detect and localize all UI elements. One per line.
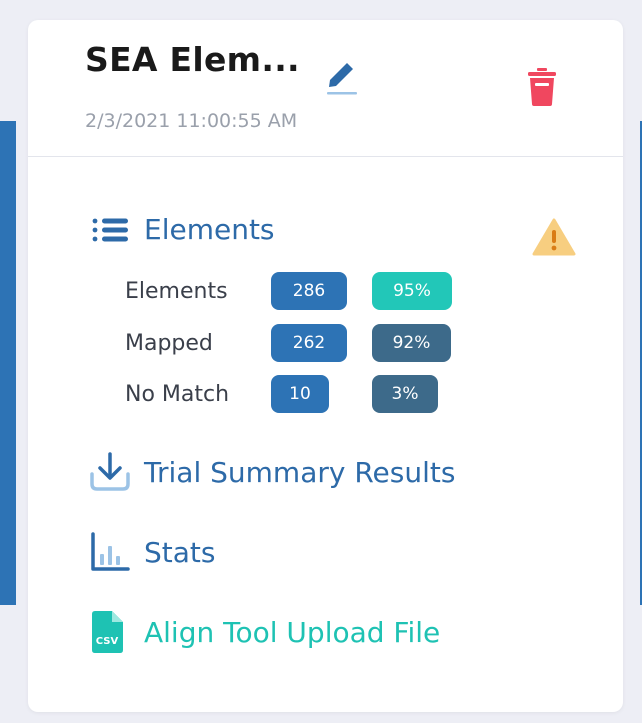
count-badge: 10 bbox=[271, 375, 329, 413]
align-upload-link[interactable]: CSV Align Tool Upload File bbox=[90, 610, 440, 654]
elements-section-label: Elements bbox=[144, 213, 275, 246]
background-panel-left bbox=[0, 121, 16, 605]
pencil-icon[interactable] bbox=[323, 54, 359, 96]
count-badge: 286 bbox=[271, 272, 347, 310]
timestamp: 2/3/2021 11:00:55 AM bbox=[85, 110, 298, 132]
metric-row-no-match: No Match bbox=[125, 375, 271, 413]
download-icon bbox=[88, 452, 132, 492]
file-card: SEA Elem... 2/3/2021 11:00:55 AM Element… bbox=[28, 20, 623, 712]
percent-badge: 92% bbox=[372, 324, 451, 362]
stats-label: Stats bbox=[144, 535, 216, 569]
elements-section-link[interactable]: Elements bbox=[90, 213, 275, 246]
count-badge: 262 bbox=[271, 324, 347, 362]
csv-file-icon: CSV bbox=[90, 610, 124, 654]
metric-label: No Match bbox=[125, 381, 230, 407]
warning-icon bbox=[532, 218, 576, 256]
card-title: SEA Elem... bbox=[85, 40, 300, 79]
csv-icon-text: CSV bbox=[96, 636, 119, 647]
percent-badge: 3% bbox=[372, 375, 438, 413]
metric-row-elements: Elements bbox=[125, 272, 271, 310]
metric-row-mapped: Mapped bbox=[125, 324, 271, 362]
percent-badge: 95% bbox=[372, 272, 452, 310]
bar-chart-icon bbox=[90, 532, 130, 572]
align-upload-label: Align Tool Upload File bbox=[144, 615, 441, 649]
trial-summary-label: Trial Summary Results bbox=[144, 455, 456, 489]
card-header: SEA Elem... 2/3/2021 11:00:55 AM bbox=[28, 20, 623, 157]
list-icon bbox=[90, 215, 130, 245]
trial-summary-link[interactable]: Trial Summary Results bbox=[88, 452, 455, 492]
metric-label: Mapped bbox=[125, 330, 213, 356]
trash-icon[interactable] bbox=[526, 68, 558, 106]
metric-label: Elements bbox=[125, 278, 228, 304]
stats-link[interactable]: Stats bbox=[90, 532, 215, 572]
